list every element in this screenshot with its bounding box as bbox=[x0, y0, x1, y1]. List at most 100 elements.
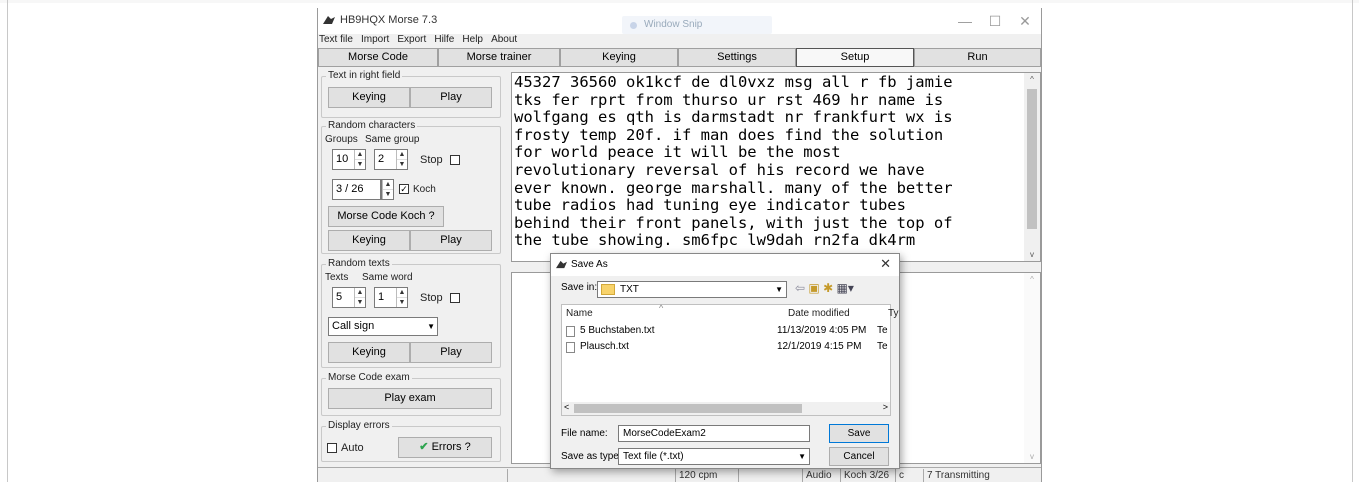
arrow-down-icon[interactable]: ▼ bbox=[397, 297, 407, 306]
spinner-arrows[interactable]: ▲ ▼ bbox=[382, 180, 393, 199]
group-text-in-right-field: Text in right field Keying Play bbox=[321, 70, 501, 118]
koch-spinner[interactable]: 3 / 26 bbox=[332, 179, 381, 200]
same-word-spinner[interactable]: 1 ▲ ▼ bbox=[374, 287, 408, 308]
arrow-up-icon[interactable]: ▲ bbox=[383, 180, 393, 189]
arrow-down-icon[interactable]: ▼ bbox=[355, 297, 365, 306]
dialog-title-bar[interactable]: Save As ✕ bbox=[551, 254, 899, 276]
arrow-down-icon[interactable]: ▼ bbox=[397, 159, 407, 168]
minimize-button[interactable]: — bbox=[950, 12, 980, 30]
scroll-thumb[interactable] bbox=[1027, 89, 1037, 229]
morse-code-koch-button[interactable]: Morse Code Koch ? bbox=[328, 206, 444, 227]
save-in-select[interactable]: TXT ▼ bbox=[597, 281, 787, 298]
vertical-scrollbar[interactable]: ^ v bbox=[1024, 273, 1040, 463]
tab-settings[interactable]: Settings bbox=[678, 48, 796, 67]
play-exam-button[interactable]: Play exam bbox=[328, 388, 492, 409]
scroll-up-icon[interactable]: ^ bbox=[1024, 75, 1040, 84]
group-title: Text in right field bbox=[326, 70, 403, 81]
arrow-down-icon[interactable]: ▼ bbox=[355, 159, 365, 168]
spinner-arrows[interactable]: ▲ ▼ bbox=[396, 288, 407, 307]
file-list: Name ^ Date modified Ty 5 Buchstaben.txt… bbox=[561, 303, 899, 416]
group-random-texts: Random texts Texts Same word 5 ▲ ▼ 1 ▲ ▼ S… bbox=[321, 258, 501, 368]
keying-button[interactable]: Keying bbox=[328, 230, 410, 251]
errors-button-label: Errors ? bbox=[431, 441, 471, 453]
back-icon[interactable]: ⇦ bbox=[795, 281, 805, 295]
scroll-left-icon[interactable]: < bbox=[564, 402, 569, 412]
status-bar: 120 cpm Audio Koch 3/26 c 7 Transmitting bbox=[318, 467, 1041, 482]
file-name-input[interactable]: MorseCodeExam2 bbox=[618, 425, 810, 442]
menu-hilfe[interactable]: Hilfe bbox=[433, 34, 454, 45]
tab-run[interactable]: Run bbox=[914, 48, 1041, 67]
scroll-up-icon[interactable]: ^ bbox=[1024, 275, 1040, 284]
vertical-scrollbar[interactable]: ^ v bbox=[1024, 73, 1040, 261]
menu-export[interactable]: Export bbox=[396, 34, 426, 45]
texts-value: 5 bbox=[336, 291, 343, 303]
same-group-spinner[interactable]: 2 ▲ ▼ bbox=[374, 149, 408, 170]
same-group-label: Same group bbox=[365, 134, 420, 145]
play-button[interactable]: Play bbox=[410, 87, 492, 108]
folder-icon bbox=[601, 284, 615, 295]
title-bar[interactable]: HB9HQX Morse 7.3 Window Snip — ☐ ✕ bbox=[318, 8, 1041, 34]
morse-text-content[interactable]: 45327 36560 ok1kcf de dl0vxz msg all r f… bbox=[514, 74, 1024, 250]
checkmark-icon: ✔ bbox=[419, 441, 429, 453]
arrow-up-icon[interactable]: ▲ bbox=[397, 150, 407, 159]
tab-setup[interactable]: Setup bbox=[796, 48, 914, 67]
save-as-type-select[interactable]: Text file (*.txt) ▼ bbox=[618, 448, 810, 465]
koch-spinner-arrows[interactable]: ▲ ▼ bbox=[381, 179, 394, 200]
scroll-down-icon[interactable]: v bbox=[1024, 250, 1040, 259]
stop-label: Stop bbox=[420, 154, 443, 166]
file-name-label: File name: bbox=[561, 428, 608, 439]
arrow-up-icon[interactable]: ▲ bbox=[355, 150, 365, 159]
new-folder-icon[interactable]: ✱ bbox=[823, 281, 833, 295]
stop-checkbox[interactable] bbox=[450, 293, 460, 303]
horizontal-scrollbar[interactable]: < > bbox=[562, 402, 890, 415]
menu-text-file[interactable]: Text file bbox=[318, 34, 353, 45]
spinner-arrows[interactable]: ▲ ▼ bbox=[396, 150, 407, 169]
text-field-right[interactable]: 45327 36560 ok1kcf de dl0vxz msg all r f… bbox=[511, 72, 1041, 262]
menu-about[interactable]: About bbox=[490, 34, 517, 45]
texts-spinner[interactable]: 5 ▲ ▼ bbox=[332, 287, 366, 308]
cancel-button[interactable]: Cancel bbox=[829, 447, 889, 466]
file-date: 12/1/2019 4:15 PM bbox=[777, 341, 862, 352]
stop-checkbox[interactable] bbox=[450, 155, 460, 165]
menu-help[interactable]: Help bbox=[461, 34, 483, 45]
arrow-up-icon[interactable]: ▲ bbox=[397, 288, 407, 297]
play-button[interactable]: Play bbox=[410, 342, 492, 363]
text-type-value: Call sign bbox=[332, 320, 375, 332]
spinner-arrows[interactable]: ▲ ▼ bbox=[354, 288, 365, 307]
close-button[interactable]: ✕ bbox=[1010, 12, 1040, 30]
koch-value: 3 / 26 bbox=[336, 183, 364, 195]
column-header-date[interactable]: Date modified bbox=[788, 308, 850, 319]
arrow-up-icon[interactable]: ▲ bbox=[355, 288, 365, 297]
keying-button[interactable]: Keying bbox=[328, 342, 410, 363]
nav-toolbar: ⇦ ▣ ✱ ▦▾ bbox=[795, 281, 854, 295]
auto-checkbox[interactable] bbox=[327, 443, 337, 453]
menu-import[interactable]: Import bbox=[360, 34, 389, 45]
arrow-down-icon[interactable]: ▼ bbox=[383, 189, 393, 198]
status-speed: 120 cpm bbox=[676, 469, 739, 482]
file-row[interactable]: 5 Buchstaben.txt 11/13/2019 4:05 PM Te bbox=[566, 325, 888, 339]
column-header-name[interactable]: Name bbox=[566, 308, 593, 319]
tab-morse-code[interactable]: Morse Code bbox=[318, 48, 438, 67]
spinner-arrows[interactable]: ▲ ▼ bbox=[354, 150, 365, 169]
scroll-thumb[interactable] bbox=[574, 404, 802, 413]
chevron-down-icon: ▼ bbox=[798, 452, 806, 461]
column-header-type[interactable]: Ty bbox=[888, 308, 899, 319]
scroll-right-icon[interactable]: > bbox=[883, 402, 888, 412]
status-audio: Audio bbox=[803, 469, 841, 482]
file-row[interactable]: Plausch.txt 12/1/2019 4:15 PM Te bbox=[566, 341, 888, 355]
koch-checkbox[interactable]: ✓ bbox=[399, 184, 409, 194]
app-icon bbox=[323, 16, 335, 24]
text-type-select[interactable]: Call sign ▼ bbox=[328, 317, 438, 336]
close-icon[interactable]: ✕ bbox=[880, 256, 891, 272]
play-button[interactable]: Play bbox=[410, 230, 492, 251]
up-folder-icon[interactable]: ▣ bbox=[808, 281, 819, 295]
groups-spinner[interactable]: 10 ▲ ▼ bbox=[332, 149, 366, 170]
save-button[interactable]: Save bbox=[829, 424, 889, 443]
errors-button[interactable]: ✔ Errors ? bbox=[398, 437, 492, 458]
scroll-down-icon[interactable]: v bbox=[1024, 452, 1040, 461]
keying-button[interactable]: Keying bbox=[328, 87, 410, 108]
view-menu-icon[interactable]: ▦▾ bbox=[837, 281, 854, 295]
maximize-button[interactable]: ☐ bbox=[980, 12, 1010, 30]
tab-keying[interactable]: Keying bbox=[560, 48, 678, 67]
tab-morse-trainer[interactable]: Morse trainer bbox=[438, 48, 560, 67]
